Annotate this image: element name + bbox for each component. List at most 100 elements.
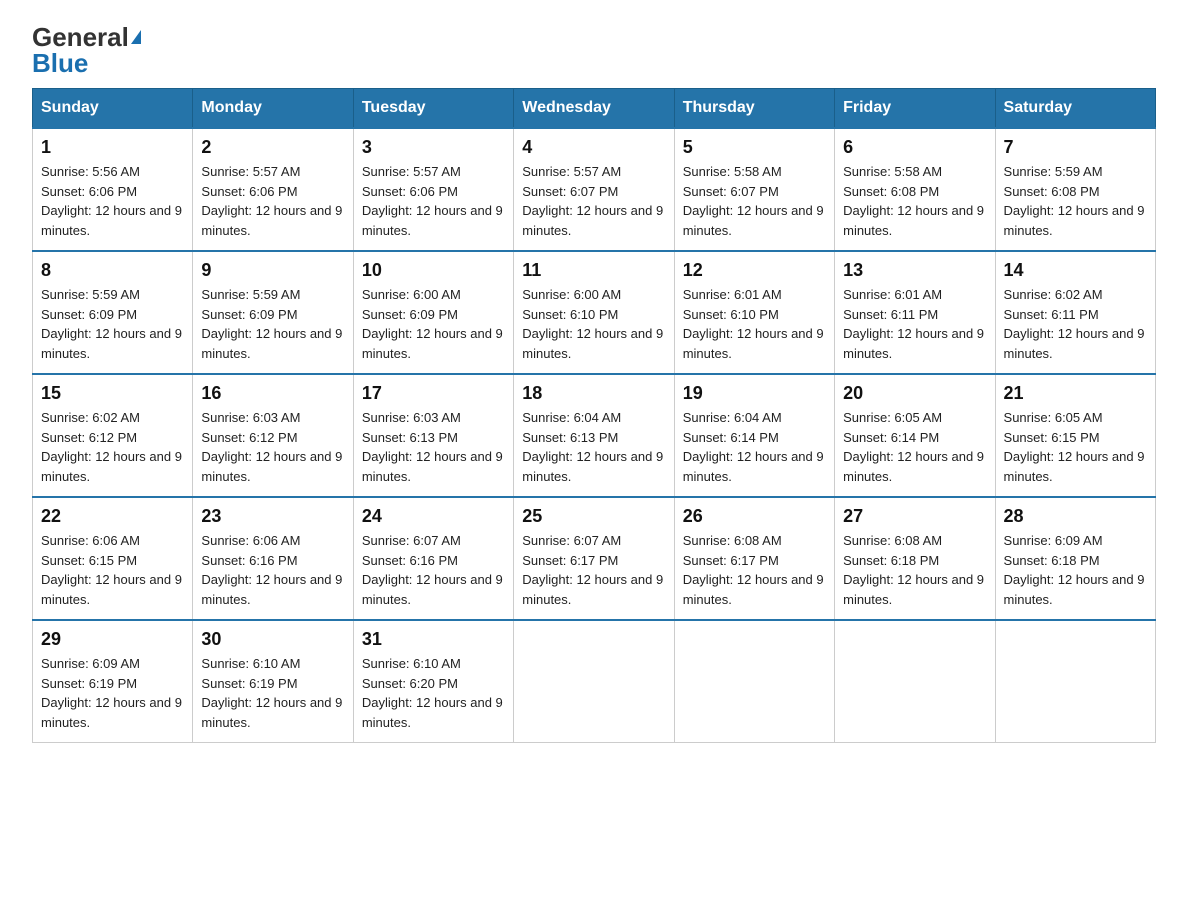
calendar-cell: 25 Sunrise: 6:07 AMSunset: 6:17 PMDaylig… [514, 497, 674, 620]
day-info: Sunrise: 6:08 AMSunset: 6:17 PMDaylight:… [683, 533, 824, 607]
day-info: Sunrise: 6:05 AMSunset: 6:15 PMDaylight:… [1004, 410, 1145, 484]
calendar-cell: 30 Sunrise: 6:10 AMSunset: 6:19 PMDaylig… [193, 620, 353, 743]
calendar-cell: 26 Sunrise: 6:08 AMSunset: 6:17 PMDaylig… [674, 497, 834, 620]
calendar-cell: 17 Sunrise: 6:03 AMSunset: 6:13 PMDaylig… [353, 374, 513, 497]
day-info: Sunrise: 5:58 AMSunset: 6:08 PMDaylight:… [843, 164, 984, 238]
calendar-week-row: 15 Sunrise: 6:02 AMSunset: 6:12 PMDaylig… [33, 374, 1156, 497]
calendar-cell: 1 Sunrise: 5:56 AMSunset: 6:06 PMDayligh… [33, 128, 193, 251]
calendar-cell: 5 Sunrise: 5:58 AMSunset: 6:07 PMDayligh… [674, 128, 834, 251]
day-number: 19 [683, 383, 826, 404]
calendar-cell: 7 Sunrise: 5:59 AMSunset: 6:08 PMDayligh… [995, 128, 1155, 251]
calendar-cell: 13 Sunrise: 6:01 AMSunset: 6:11 PMDaylig… [835, 251, 995, 374]
day-number: 16 [201, 383, 344, 404]
day-info: Sunrise: 6:03 AMSunset: 6:13 PMDaylight:… [362, 410, 503, 484]
day-number: 2 [201, 137, 344, 158]
column-header-tuesday: Tuesday [353, 89, 513, 129]
day-number: 15 [41, 383, 184, 404]
calendar-cell: 2 Sunrise: 5:57 AMSunset: 6:06 PMDayligh… [193, 128, 353, 251]
day-number: 5 [683, 137, 826, 158]
calendar-week-row: 8 Sunrise: 5:59 AMSunset: 6:09 PMDayligh… [33, 251, 1156, 374]
day-info: Sunrise: 5:58 AMSunset: 6:07 PMDaylight:… [683, 164, 824, 238]
day-info: Sunrise: 6:06 AMSunset: 6:16 PMDaylight:… [201, 533, 342, 607]
column-header-wednesday: Wednesday [514, 89, 674, 129]
day-number: 23 [201, 506, 344, 527]
day-info: Sunrise: 5:56 AMSunset: 6:06 PMDaylight:… [41, 164, 182, 238]
day-info: Sunrise: 6:07 AMSunset: 6:17 PMDaylight:… [522, 533, 663, 607]
day-number: 26 [683, 506, 826, 527]
calendar-cell: 28 Sunrise: 6:09 AMSunset: 6:18 PMDaylig… [995, 497, 1155, 620]
day-info: Sunrise: 5:57 AMSunset: 6:06 PMDaylight:… [201, 164, 342, 238]
day-info: Sunrise: 6:09 AMSunset: 6:18 PMDaylight:… [1004, 533, 1145, 607]
day-info: Sunrise: 6:04 AMSunset: 6:13 PMDaylight:… [522, 410, 663, 484]
day-number: 1 [41, 137, 184, 158]
day-info: Sunrise: 6:10 AMSunset: 6:20 PMDaylight:… [362, 656, 503, 730]
calendar-cell: 22 Sunrise: 6:06 AMSunset: 6:15 PMDaylig… [33, 497, 193, 620]
calendar-cell [835, 620, 995, 743]
calendar-cell: 24 Sunrise: 6:07 AMSunset: 6:16 PMDaylig… [353, 497, 513, 620]
calendar-cell: 8 Sunrise: 5:59 AMSunset: 6:09 PMDayligh… [33, 251, 193, 374]
day-number: 30 [201, 629, 344, 650]
day-info: Sunrise: 6:01 AMSunset: 6:11 PMDaylight:… [843, 287, 984, 361]
day-number: 20 [843, 383, 986, 404]
day-number: 24 [362, 506, 505, 527]
calendar-cell: 11 Sunrise: 6:00 AMSunset: 6:10 PMDaylig… [514, 251, 674, 374]
calendar-cell: 29 Sunrise: 6:09 AMSunset: 6:19 PMDaylig… [33, 620, 193, 743]
day-info: Sunrise: 5:57 AMSunset: 6:07 PMDaylight:… [522, 164, 663, 238]
calendar-week-row: 29 Sunrise: 6:09 AMSunset: 6:19 PMDaylig… [33, 620, 1156, 743]
calendar-cell: 31 Sunrise: 6:10 AMSunset: 6:20 PMDaylig… [353, 620, 513, 743]
day-info: Sunrise: 6:00 AMSunset: 6:09 PMDaylight:… [362, 287, 503, 361]
calendar-cell [674, 620, 834, 743]
day-info: Sunrise: 6:02 AMSunset: 6:11 PMDaylight:… [1004, 287, 1145, 361]
day-info: Sunrise: 6:03 AMSunset: 6:12 PMDaylight:… [201, 410, 342, 484]
calendar-header-row: SundayMondayTuesdayWednesdayThursdayFrid… [33, 89, 1156, 129]
day-number: 18 [522, 383, 665, 404]
calendar-cell: 27 Sunrise: 6:08 AMSunset: 6:18 PMDaylig… [835, 497, 995, 620]
column-header-sunday: Sunday [33, 89, 193, 129]
day-info: Sunrise: 6:08 AMSunset: 6:18 PMDaylight:… [843, 533, 984, 607]
day-number: 29 [41, 629, 184, 650]
day-number: 27 [843, 506, 986, 527]
calendar-cell: 21 Sunrise: 6:05 AMSunset: 6:15 PMDaylig… [995, 374, 1155, 497]
day-number: 13 [843, 260, 986, 281]
calendar-cell: 18 Sunrise: 6:04 AMSunset: 6:13 PMDaylig… [514, 374, 674, 497]
day-number: 9 [201, 260, 344, 281]
day-info: Sunrise: 6:01 AMSunset: 6:10 PMDaylight:… [683, 287, 824, 361]
calendar-cell [995, 620, 1155, 743]
day-number: 25 [522, 506, 665, 527]
day-number: 31 [362, 629, 505, 650]
day-number: 4 [522, 137, 665, 158]
column-header-saturday: Saturday [995, 89, 1155, 129]
calendar-cell [514, 620, 674, 743]
calendar-cell: 16 Sunrise: 6:03 AMSunset: 6:12 PMDaylig… [193, 374, 353, 497]
day-number: 11 [522, 260, 665, 281]
day-info: Sunrise: 6:10 AMSunset: 6:19 PMDaylight:… [201, 656, 342, 730]
calendar-cell: 14 Sunrise: 6:02 AMSunset: 6:11 PMDaylig… [995, 251, 1155, 374]
day-info: Sunrise: 5:59 AMSunset: 6:09 PMDaylight:… [41, 287, 182, 361]
day-number: 14 [1004, 260, 1147, 281]
day-info: Sunrise: 6:02 AMSunset: 6:12 PMDaylight:… [41, 410, 182, 484]
logo-general-text: General [32, 24, 129, 50]
day-number: 28 [1004, 506, 1147, 527]
calendar-cell: 12 Sunrise: 6:01 AMSunset: 6:10 PMDaylig… [674, 251, 834, 374]
day-info: Sunrise: 6:05 AMSunset: 6:14 PMDaylight:… [843, 410, 984, 484]
calendar-cell: 19 Sunrise: 6:04 AMSunset: 6:14 PMDaylig… [674, 374, 834, 497]
column-header-monday: Monday [193, 89, 353, 129]
calendar-cell: 23 Sunrise: 6:06 AMSunset: 6:16 PMDaylig… [193, 497, 353, 620]
calendar-week-row: 1 Sunrise: 5:56 AMSunset: 6:06 PMDayligh… [33, 128, 1156, 251]
day-number: 3 [362, 137, 505, 158]
day-info: Sunrise: 5:57 AMSunset: 6:06 PMDaylight:… [362, 164, 503, 238]
day-number: 6 [843, 137, 986, 158]
day-number: 22 [41, 506, 184, 527]
calendar-cell: 20 Sunrise: 6:05 AMSunset: 6:14 PMDaylig… [835, 374, 995, 497]
day-number: 21 [1004, 383, 1147, 404]
day-info: Sunrise: 5:59 AMSunset: 6:09 PMDaylight:… [201, 287, 342, 361]
page-header: General Blue [32, 24, 1156, 76]
day-info: Sunrise: 5:59 AMSunset: 6:08 PMDaylight:… [1004, 164, 1145, 238]
calendar-week-row: 22 Sunrise: 6:06 AMSunset: 6:15 PMDaylig… [33, 497, 1156, 620]
day-number: 10 [362, 260, 505, 281]
calendar-cell: 10 Sunrise: 6:00 AMSunset: 6:09 PMDaylig… [353, 251, 513, 374]
day-info: Sunrise: 6:07 AMSunset: 6:16 PMDaylight:… [362, 533, 503, 607]
day-info: Sunrise: 6:04 AMSunset: 6:14 PMDaylight:… [683, 410, 824, 484]
calendar-cell: 15 Sunrise: 6:02 AMSunset: 6:12 PMDaylig… [33, 374, 193, 497]
day-number: 17 [362, 383, 505, 404]
